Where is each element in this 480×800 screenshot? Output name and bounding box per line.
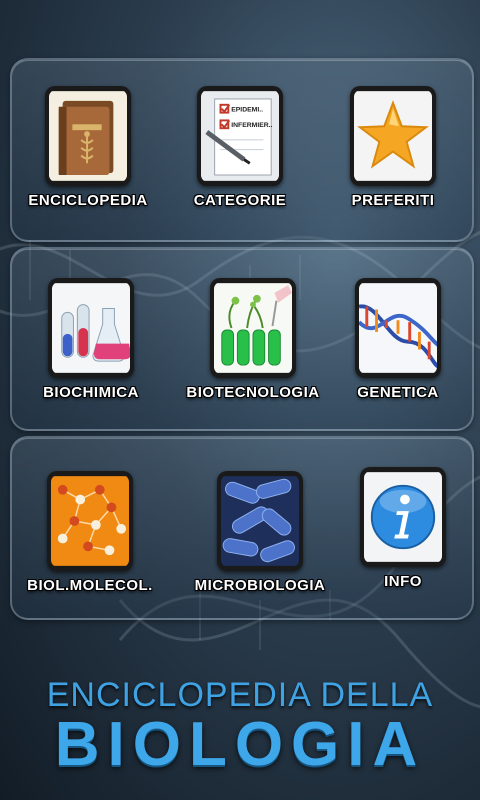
icon-frame <box>210 278 296 378</box>
icon-frame <box>350 86 436 186</box>
menu-item-label: BIOTECNOLOGIA <box>186 384 320 401</box>
menu-item-biol-molecol[interactable]: BIOL.MOLECOL. <box>15 471 165 631</box>
menu-item-label: MICROBIOLOGIA <box>194 577 326 594</box>
menu-item-label: BIOCHIMICA <box>43 384 139 401</box>
svg-text:EPIDEMI..: EPIDEMI.. <box>231 107 263 114</box>
icon-frame <box>45 86 131 186</box>
menu-item-label: CATEGORIE <box>193 192 287 209</box>
menu-item-label: INFO <box>384 573 422 590</box>
icon-frame <box>360 467 446 567</box>
icon-frame <box>48 278 134 378</box>
menu-item-enciclopedia[interactable]: ENCICLOPEDIA <box>13 86 163 246</box>
icon-frame: EPIDEMI.. INFERMIER.. <box>197 86 283 186</box>
menu-item-label: GENETICA <box>357 384 439 401</box>
menu-item-preferiti[interactable]: PREFERITI <box>318 86 468 246</box>
menu-item-biotecnologia[interactable]: BIOTECNOLOGIA <box>178 278 328 438</box>
checklist-icon: EPIDEMI.. INFERMIER.. <box>201 90 279 182</box>
dna-icon <box>359 282 437 374</box>
test-tubes-icon <box>214 282 292 374</box>
menu-item-info[interactable]: INFO <box>328 467 478 627</box>
menu-item-categorie[interactable]: EPIDEMI.. INFERMIER.. CATEGORIE <box>165 86 315 246</box>
menu-item-biochimica[interactable]: BIOCHIMICA <box>16 278 166 438</box>
flasks-icon <box>52 282 130 374</box>
svg-text:INFERMIER..: INFERMIER.. <box>231 122 272 129</box>
menu-item-label: ENCICLOPEDIA <box>28 192 148 209</box>
menu-item-genetica[interactable]: GENETICA <box>323 278 473 438</box>
app-title: ENCICLOPEDIA DELLA BIOLOGIA <box>0 676 480 780</box>
molecule-icon <box>51 475 129 567</box>
star-icon <box>354 90 432 182</box>
icon-frame <box>47 471 133 571</box>
bacteria-icon <box>221 475 299 567</box>
info-icon <box>364 471 442 563</box>
books-icon <box>49 90 127 182</box>
app-title-line2: BIOLOGIA <box>54 710 426 779</box>
icon-frame <box>217 471 303 571</box>
icon-frame <box>355 278 441 378</box>
menu-item-label: BIOL.MOLECOL. <box>27 577 153 594</box>
menu-item-label: PREFERITI <box>351 192 435 209</box>
menu-item-microbiologia[interactable]: MICROBIOLOGIA <box>185 471 335 631</box>
